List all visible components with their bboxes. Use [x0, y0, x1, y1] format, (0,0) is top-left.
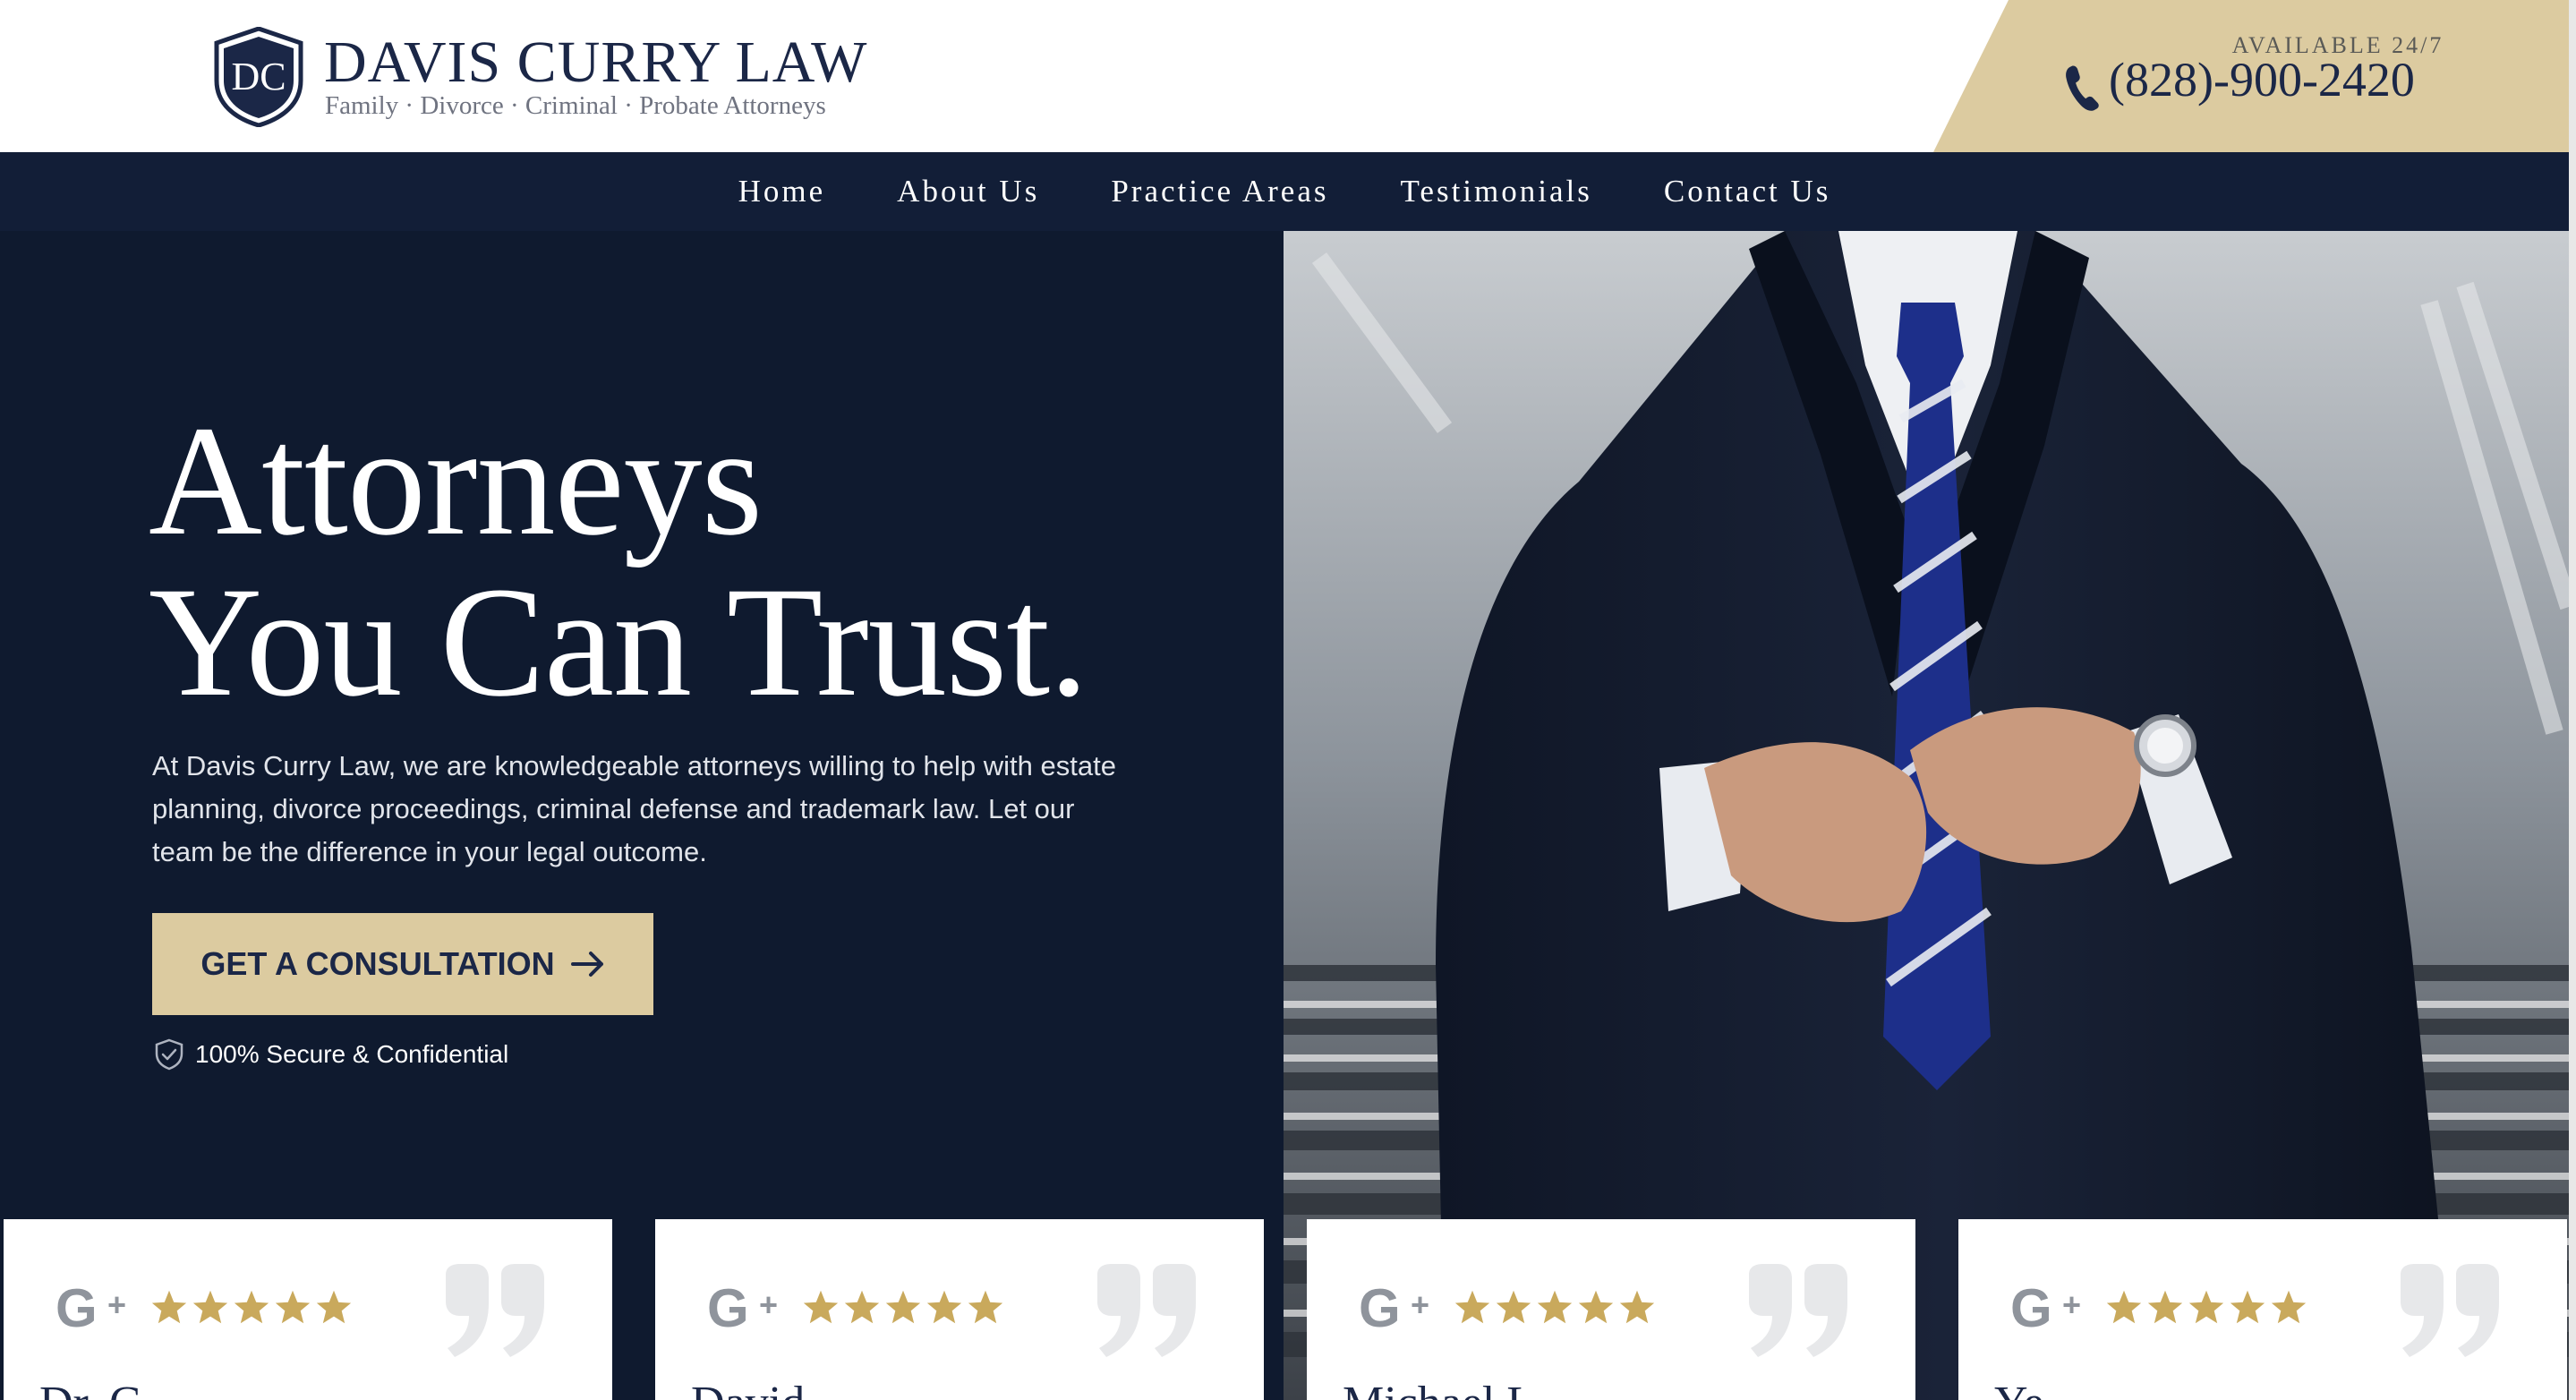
quote-icon: [1749, 1264, 1847, 1357]
nav-item-contact-us[interactable]: Contact Us: [1664, 174, 1831, 209]
phone-banner[interactable]: AVAILABLE 24/7 (828)-900-2420: [1933, 0, 2576, 152]
logo-monogram: DC: [231, 55, 286, 98]
hero-title-line-2: You Can Trust.: [149, 555, 1088, 730]
reviewer-name: Dr. G...: [39, 1377, 178, 1400]
logo-title: DAVIS CURRY LAW: [324, 30, 868, 95]
shield-logo-icon: DC: [214, 27, 303, 127]
star-rating: [1454, 1289, 1656, 1325]
quote-icon: [1097, 1264, 1196, 1357]
arrow-right-icon: [570, 952, 603, 977]
review-card-4[interactable]: G + Ye...: [1958, 1219, 2567, 1400]
star-rating: [2105, 1289, 2307, 1325]
star-icon: [275, 1290, 311, 1324]
star-icon: [1578, 1290, 1614, 1324]
reviewer-name: Ye...: [1994, 1377, 2078, 1400]
logo-subtitle: Family · Divorce · Criminal · Probate At…: [325, 91, 826, 120]
google-plus-icon: G +: [707, 1284, 778, 1334]
svg-text:+: +: [759, 1286, 778, 1323]
secure-text: 100% Secure & Confidential: [195, 1040, 509, 1068]
google-plus-icon: G +: [1359, 1284, 1429, 1334]
hero-title-line-1: Attorneys: [149, 394, 763, 568]
star-icon: [2271, 1290, 2307, 1324]
star-icon: [803, 1290, 839, 1324]
svg-text:G: G: [707, 1284, 749, 1334]
star-icon: [2230, 1290, 2265, 1324]
star-icon: [1454, 1290, 1490, 1324]
svg-text:G: G: [55, 1284, 98, 1334]
star-icon: [234, 1290, 269, 1324]
review-card-2[interactable]: G + David...: [655, 1219, 1264, 1400]
svg-text:+: +: [2062, 1286, 2081, 1323]
star-icon: [316, 1290, 352, 1324]
main-nav: Home About Us Practice Areas Testimonial…: [0, 152, 2569, 231]
star-icon: [1619, 1290, 1655, 1324]
phone-icon: [2066, 65, 2099, 111]
hero-title: Attorneys You Can Trust.: [149, 401, 1088, 723]
star-icon: [885, 1290, 921, 1324]
google-plus-icon: G +: [2010, 1284, 2081, 1334]
star-icon: [151, 1290, 187, 1324]
nav-item-about-us[interactable]: About Us: [897, 174, 1039, 209]
review-card-3[interactable]: G + Michael L...: [1307, 1219, 1915, 1400]
logo[interactable]: DC DAVIS CURRY LAW Family · Divorce · Cr…: [211, 27, 866, 127]
svg-text:G: G: [2010, 1284, 2052, 1334]
quote-icon: [446, 1264, 544, 1357]
secure-note: 100% Secure & Confidential: [154, 1038, 508, 1071]
reviewer-name: David...: [691, 1377, 840, 1400]
review-card-1[interactable]: G + Dr. G...: [4, 1219, 612, 1400]
page-scrollbar[interactable]: [2569, 0, 2576, 1400]
hero-description: At Davis Curry Law, we are knowledgeable…: [152, 750, 1116, 867]
get-consultation-button[interactable]: GET A CONSULTATION: [152, 913, 653, 1015]
site-header: DC DAVIS CURRY LAW Family · Divorce · Cr…: [0, 0, 2576, 152]
quote-icon: [2401, 1264, 2499, 1357]
svg-text:G: G: [1359, 1284, 1401, 1334]
cta-label: GET A CONSULTATION: [200, 945, 555, 982]
svg-text:+: +: [1411, 1286, 1429, 1323]
star-icon: [192, 1290, 228, 1324]
star-icon: [1496, 1290, 1531, 1324]
star-icon: [844, 1290, 880, 1324]
star-icon: [2106, 1290, 2142, 1324]
star-icon: [968, 1290, 1003, 1324]
shield-check-icon: [155, 1038, 183, 1071]
svg-text:+: +: [107, 1286, 126, 1323]
star-rating: [150, 1289, 353, 1325]
star-icon: [2147, 1290, 2183, 1324]
phone-number[interactable]: (828)-900-2420: [2109, 52, 2415, 107]
star-icon: [1537, 1290, 1573, 1324]
reviewer-name: Michael L...: [1343, 1377, 1570, 1400]
nav-item-testimonials[interactable]: Testimonials: [1400, 174, 1591, 209]
star-rating: [802, 1289, 1004, 1325]
nav-item-practice-areas[interactable]: Practice Areas: [1111, 174, 1328, 209]
google-plus-icon: G +: [55, 1284, 126, 1334]
nav-item-home[interactable]: Home: [738, 174, 826, 209]
star-icon: [2188, 1290, 2224, 1324]
star-icon: [926, 1290, 962, 1324]
